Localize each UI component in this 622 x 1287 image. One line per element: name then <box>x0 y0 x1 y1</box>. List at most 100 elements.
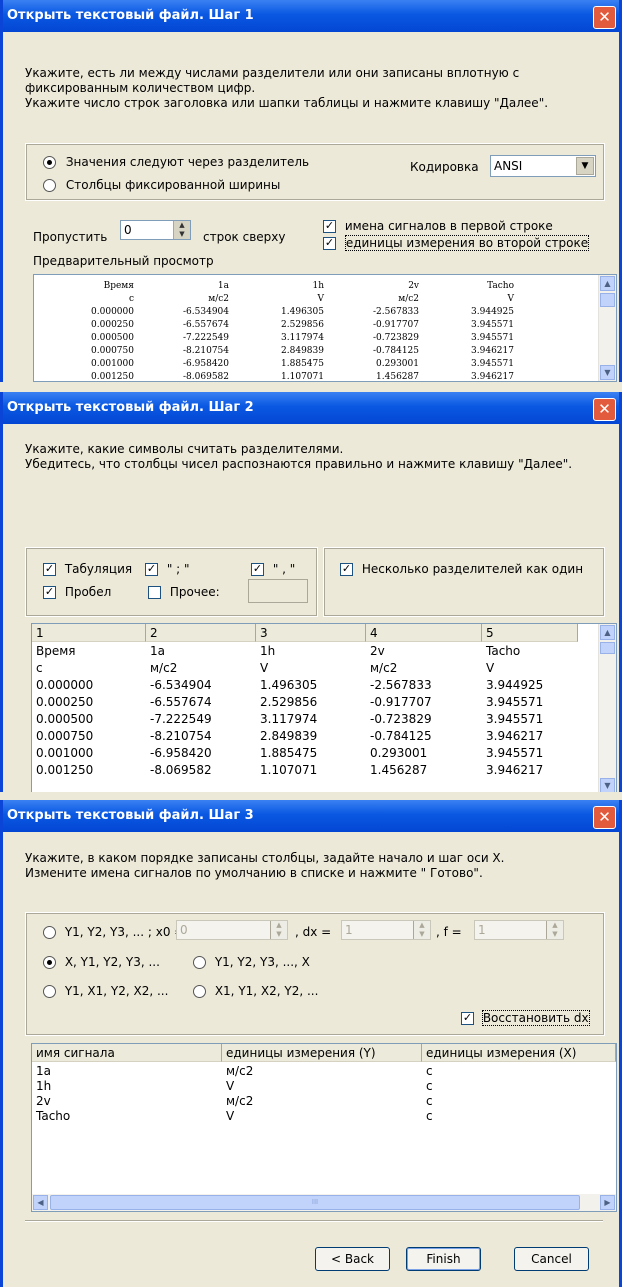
spinner-arrows-icon[interactable]: ▲ ▼ <box>413 921 430 939</box>
option-xy-pairs[interactable]: X1, Y1, X2, Y2, ... <box>193 984 318 998</box>
table-cell: -7.222549 <box>150 712 212 726</box>
checkbox-units[interactable] <box>323 237 336 250</box>
radio-delimited[interactable] <box>43 156 56 169</box>
column-header[interactable]: 1 <box>32 624 146 642</box>
table-cell: 2v <box>408 281 419 291</box>
f-spinner[interactable]: 1 ▲ ▼ <box>474 920 564 940</box>
scroll-thumb[interactable] <box>600 642 615 654</box>
table-cell: 1.107071 <box>281 372 324 382</box>
table-cell: м/c2 <box>398 294 419 304</box>
spinner-arrows-icon[interactable]: ▲ ▼ <box>270 921 287 939</box>
checkbox-other[interactable] <box>148 586 161 599</box>
space-option[interactable]: Пробел <box>43 585 111 599</box>
radio-y-only[interactable] <box>43 926 56 939</box>
radio-xy-pairs[interactable] <box>193 985 206 998</box>
checkbox-space[interactable] <box>43 586 56 599</box>
scroll-thumb[interactable]: III <box>50 1195 580 1210</box>
column-header[interactable]: единицы измерения (Y) <box>222 1044 422 1062</box>
close-icon[interactable]: ✕ <box>593 806 616 829</box>
skip-rows-spinner[interactable]: 0 ▲ ▼ <box>120 220 191 240</box>
table-cell: -0.917707 <box>370 695 432 709</box>
table-cell: 0.000750 <box>91 346 134 356</box>
option-y-only[interactable]: Y1, Y2, Y3, ... ; x0 = <box>43 925 184 939</box>
step3-titlebar[interactable]: Открыть текстовый файл. Шаг 3 ✕ <box>3 800 619 832</box>
table-cell: 3.945571 <box>486 746 544 760</box>
checkbox-multi[interactable] <box>340 563 353 576</box>
close-icon[interactable]: ✕ <box>593 6 616 29</box>
table-cell: 1h <box>260 644 276 658</box>
semicolon-option[interactable]: " ; " <box>145 562 190 576</box>
dx-spinner[interactable]: 1 ▲ ▼ <box>341 920 431 940</box>
chevron-down-icon[interactable]: ▼ <box>576 157 594 175</box>
table-cell: м/c2 <box>226 1064 254 1078</box>
multi-delimiter-option[interactable]: Несколько разделителей как один <box>340 562 583 576</box>
instruction-line: Укажите, в каком порядке записаны столбц… <box>25 851 505 865</box>
table-cell: c <box>426 1079 433 1093</box>
scroll-right-icon[interactable]: ▶ <box>600 1195 615 1210</box>
table-cell: -6.958420 <box>183 359 229 369</box>
column-header[interactable]: 2 <box>146 624 256 642</box>
scroll-thumb[interactable] <box>600 293 615 307</box>
encoding-select[interactable]: ANSI ▼ <box>490 155 596 177</box>
column-header[interactable]: 5 <box>482 624 578 642</box>
checkbox-tab[interactable] <box>43 563 56 576</box>
column-header[interactable]: единицы измерения (X) <box>422 1044 616 1062</box>
checkbox-restore-dx[interactable] <box>461 1012 474 1025</box>
x0-spinner[interactable]: 0 ▲ ▼ <box>176 920 288 940</box>
step1-titlebar[interactable]: Открыть текстовый файл. Шаг 1 ✕ <box>3 0 619 32</box>
back-button[interactable]: < Back <box>315 1247 390 1271</box>
restore-dx-option[interactable]: Восстановить dx <box>461 1010 590 1026</box>
spinner-arrows-icon[interactable]: ▲ ▼ <box>173 221 190 239</box>
units-second-row-option[interactable]: единицы измерения во второй строке <box>323 235 590 251</box>
cancel-button[interactable]: Cancel <box>514 1247 589 1271</box>
column-header[interactable]: 4 <box>366 624 482 642</box>
radio-y-x[interactable] <box>193 956 206 969</box>
radio-x-y-label: X, Y1, Y2, Y3, ... <box>64 955 160 969</box>
close-icon[interactable]: ✕ <box>593 398 616 421</box>
step1-dialog: Открыть текстовый файл. Шаг 1 ✕ Укажите,… <box>0 0 622 382</box>
column-header[interactable]: имя сигнала <box>32 1044 222 1062</box>
scroll-up-icon[interactable]: ▲ <box>600 625 615 640</box>
f-label: , f = <box>436 925 462 939</box>
table-cell: -6.557674 <box>150 695 212 709</box>
scroll-down-icon[interactable]: ▼ <box>600 778 615 792</box>
checkbox-semicolon[interactable] <box>145 563 158 576</box>
option-yx-pairs[interactable]: Y1, X1, Y2, X2, ... <box>43 984 168 998</box>
other-delimiter-input[interactable] <box>248 579 308 603</box>
table-cell: 2v <box>370 644 385 658</box>
finish-button[interactable]: Finish <box>406 1247 481 1271</box>
table-cell: 1h <box>36 1079 52 1093</box>
radio-x-y[interactable] <box>43 956 56 969</box>
comma-option[interactable]: " , " <box>251 562 295 576</box>
scroll-down-icon[interactable]: ▼ <box>600 365 615 380</box>
tab-option[interactable]: Табуляция <box>43 562 132 576</box>
preview-scrollbar[interactable]: ▲ ▼ <box>598 275 616 381</box>
table-cell: c <box>426 1094 433 1108</box>
names-first-row-option[interactable]: имена сигналов в первой строке <box>323 219 553 233</box>
step3-dialog: Открыть текстовый файл. Шаг 3 ✕ Укажите,… <box>0 800 622 1287</box>
horizontal-scrollbar[interactable]: ◀ III ▶ <box>32 1194 616 1211</box>
option-y-x[interactable]: Y1, Y2, Y3, ..., X <box>193 955 310 969</box>
step2-instructions: Укажите, какие символы считать разделите… <box>25 442 572 472</box>
spinner-arrows-icon[interactable]: ▲ ▼ <box>546 921 563 939</box>
other-option[interactable]: Прочее: <box>148 585 220 599</box>
skip-rows-value: 0 <box>124 223 132 237</box>
checkbox-names[interactable] <box>323 220 336 233</box>
option-x-y[interactable]: X, Y1, Y2, Y3, ... <box>43 955 160 969</box>
column-header[interactable]: 3 <box>256 624 366 642</box>
radio-xy-pairs-label: X1, Y1, X2, Y2, ... <box>214 984 319 998</box>
checkbox-comma[interactable] <box>251 563 264 576</box>
radio-delimited-option[interactable]: Значения следуют через разделитель <box>43 155 309 169</box>
table-cell: V <box>507 294 515 304</box>
radio-fixed-option[interactable]: Столбцы фиксированной ширины <box>43 178 280 192</box>
step2-titlebar[interactable]: Открыть текстовый файл. Шаг 2 ✕ <box>3 392 619 424</box>
table-cell: 3.945571 <box>486 695 544 709</box>
table-cell: 0.001000 <box>36 746 94 760</box>
radio-yx-pairs[interactable] <box>43 985 56 998</box>
scroll-up-icon[interactable]: ▲ <box>600 276 615 291</box>
table-cell: -6.958420 <box>150 746 212 760</box>
scroll-left-icon[interactable]: ◀ <box>33 1195 48 1210</box>
grid-scrollbar[interactable]: ▲ ▼ <box>598 624 616 792</box>
radio-fixed[interactable] <box>43 179 56 192</box>
table-cell: -8.069582 <box>150 763 212 777</box>
